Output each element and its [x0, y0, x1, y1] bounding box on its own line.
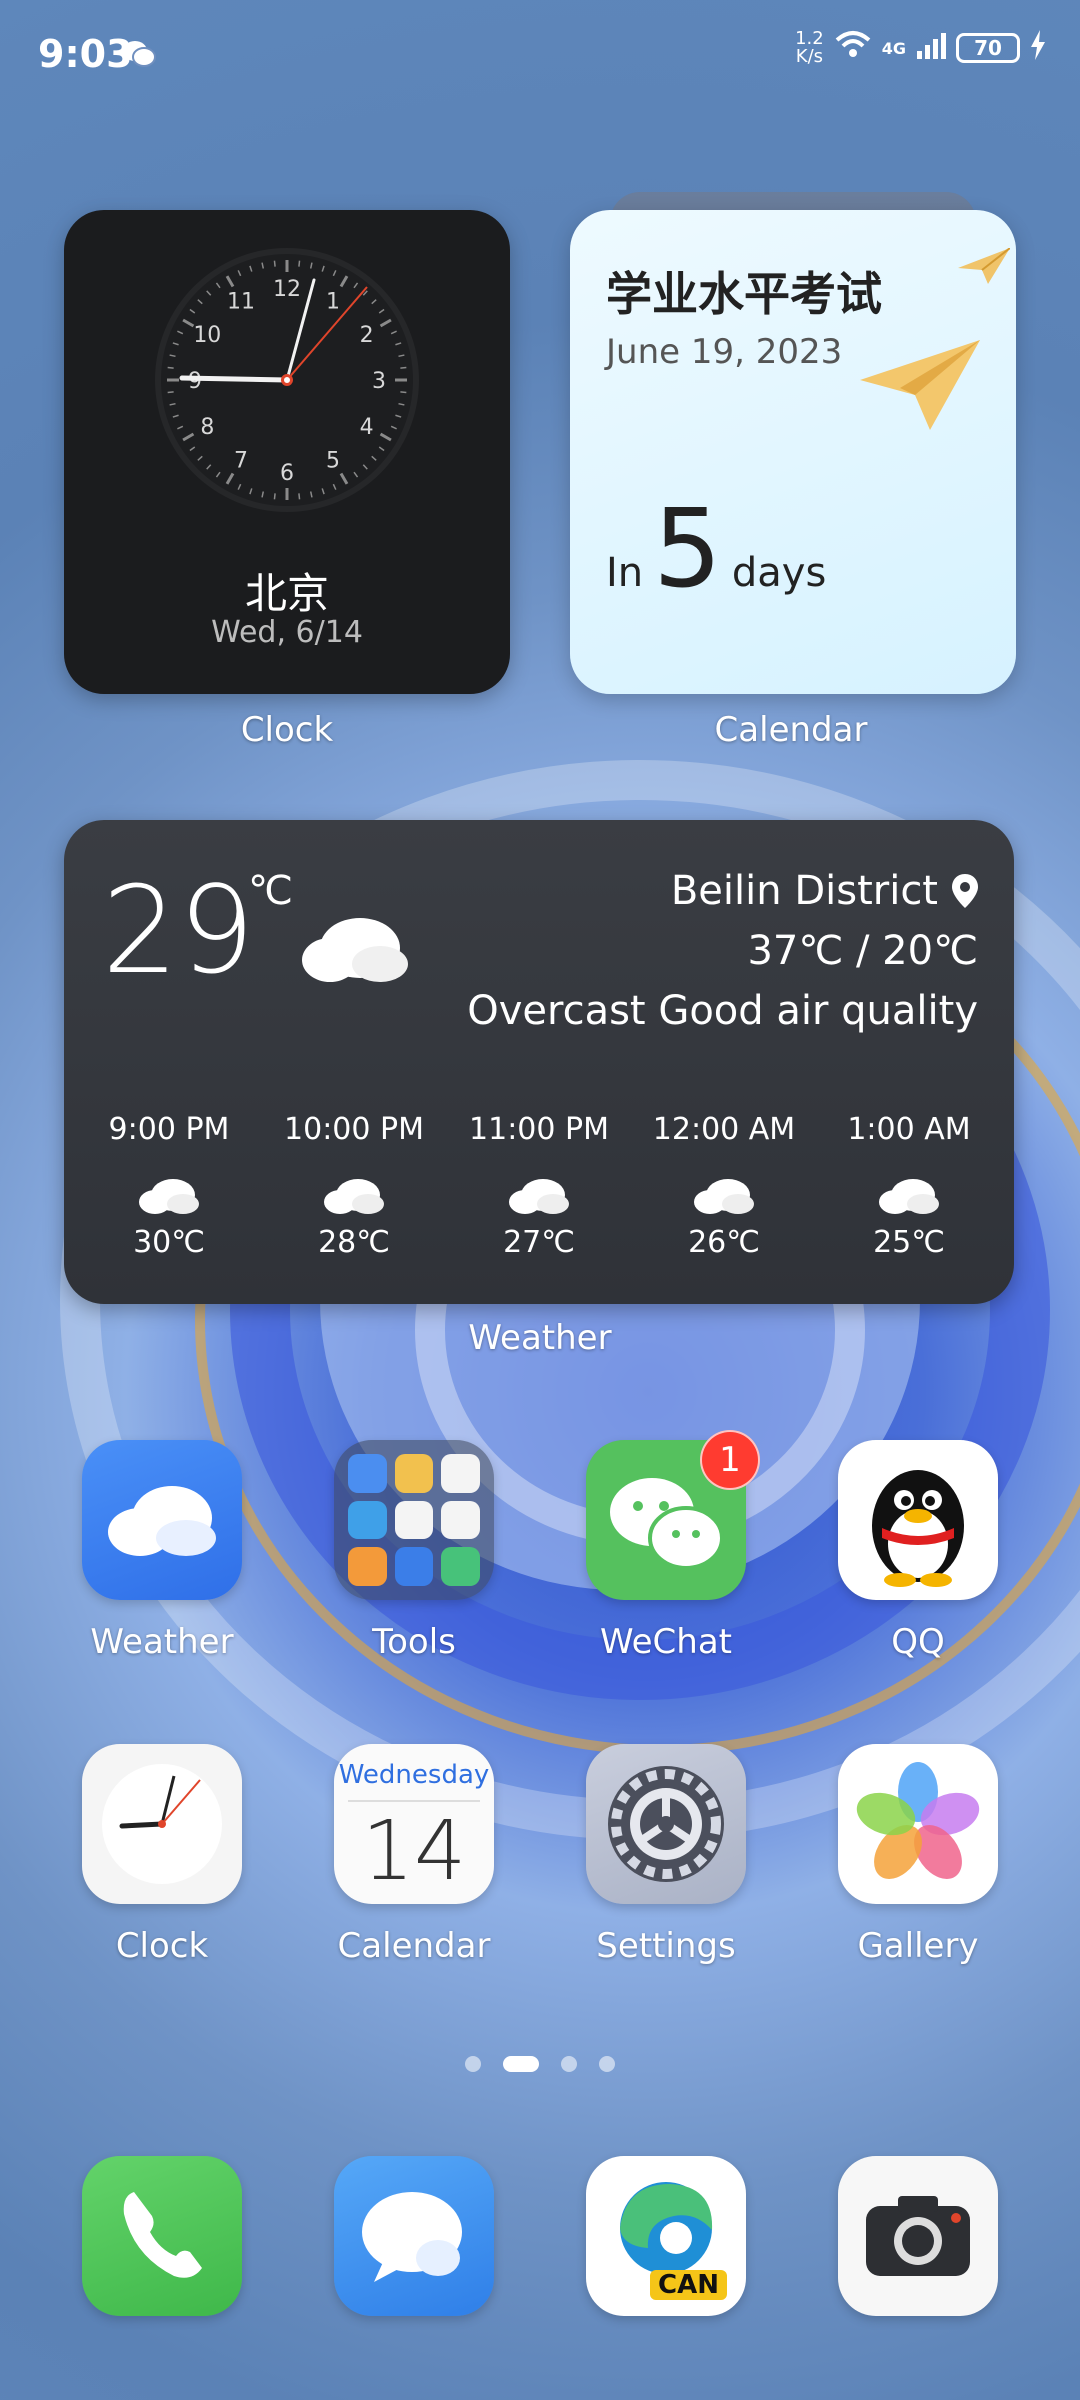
paper-plane-large-icon: [860, 340, 980, 430]
network-type: 4G: [881, 38, 906, 58]
edge-can-badge: CAN: [650, 2270, 727, 2300]
cloud-icon: [302, 918, 408, 982]
clock-numeral: 6: [280, 461, 294, 486]
hourly-forecast: 9:00 PM 30℃ 10:00 PM 28℃ 11:00 PM 27℃ 12…: [84, 1112, 994, 1260]
edge-browser-icon: CAN: [586, 2156, 746, 2316]
tools-folder-icon: [334, 1440, 494, 1600]
weather-condition: Overcast Good air quality: [467, 988, 978, 1034]
dock-camera[interactable]: [818, 2156, 1018, 2316]
calendar-widget-label: Calendar: [714, 710, 868, 750]
dock-edge-browser[interactable]: CAN: [566, 2156, 766, 2316]
network-speed: 1.2 K/s: [795, 28, 824, 67]
paper-plane-icon: [958, 248, 1010, 284]
weather-app-icon: [82, 1440, 242, 1600]
gallery-flower-icon: [838, 1744, 998, 1904]
hourly-item: 1:00 AM 25℃: [847, 1112, 971, 1260]
app-clock[interactable]: Clock: [62, 1744, 262, 1966]
app-calendar[interactable]: Wednesday 14 Calendar: [314, 1744, 514, 1966]
hourly-item: 10:00 PM 28℃: [284, 1112, 424, 1260]
clock-date: Wed, 6/14: [211, 615, 363, 650]
page-indicator[interactable]: [0, 2056, 1080, 2072]
location-pin-icon: [952, 874, 978, 908]
status-bar: 9:03 1.2 K/s 4G 70: [0, 0, 1080, 110]
weather-widget[interactable]: 29 ℃ Beilin District 37℃ / 20℃ Overcast …: [64, 820, 1014, 1304]
analog-clock-face: 12 12 3 45 6 78 9 1011: [155, 248, 419, 512]
page-dot[interactable]: [465, 2056, 481, 2072]
page-dot-active[interactable]: [503, 2056, 539, 2072]
app-settings[interactable]: Settings: [566, 1744, 766, 1966]
signal-icon: [916, 31, 946, 65]
clock-numeral: 2: [360, 323, 374, 348]
clock-tick: [167, 366, 174, 369]
clock-tick: [273, 260, 276, 267]
days-countdown: In 5 days: [606, 487, 827, 612]
qq-penguin-icon: [838, 1440, 998, 1600]
wechat-badge: 1: [700, 1430, 760, 1490]
clock-tick: [273, 493, 276, 500]
clock-numeral: 8: [200, 415, 214, 440]
clock-numeral: 5: [326, 449, 340, 474]
clock-numeral: 3: [372, 369, 386, 394]
temp-range: 37℃ / 20℃: [747, 928, 978, 974]
clock-tick: [400, 366, 407, 369]
cloud-icon: [694, 1179, 754, 1214]
app-folder-tools[interactable]: Tools: [314, 1440, 514, 1662]
wechat-notification-icon: [122, 40, 156, 72]
clock-numeral: 7: [234, 449, 248, 474]
temp-unit: ℃: [248, 868, 293, 914]
clock-numeral: 12: [273, 277, 301, 302]
app-weather[interactable]: Weather: [62, 1440, 262, 1662]
dock-messages[interactable]: [314, 2156, 514, 2316]
weather-widget-label: Weather: [468, 1318, 612, 1358]
dock-phone[interactable]: [62, 2156, 262, 2316]
current-temp: 29: [102, 862, 255, 1001]
event-title: 学业水平考试: [606, 267, 882, 321]
app-qq[interactable]: QQ: [818, 1440, 1018, 1662]
cloud-icon: [139, 1179, 199, 1214]
battery-icon: 70: [956, 33, 1020, 63]
clock-app-icon: [82, 1744, 242, 1904]
hourly-item: 11:00 PM 27℃: [469, 1112, 609, 1260]
clock-city: 北京: [244, 569, 329, 618]
clock-tick: [400, 391, 407, 394]
clock-numeral: 4: [360, 415, 374, 440]
page-dot[interactable]: [561, 2056, 577, 2072]
message-bubble-icon: [334, 2156, 494, 2316]
cloud-icon: [879, 1179, 939, 1214]
weather-location: Beilin District: [671, 868, 978, 914]
wifi-icon: [834, 30, 872, 66]
calendar-app-icon: Wednesday 14: [334, 1744, 494, 1904]
app-wechat[interactable]: 1 WeChat: [566, 1430, 766, 1662]
app-gallery[interactable]: Gallery: [818, 1744, 1018, 1966]
clock-numeral: 10: [193, 323, 221, 348]
clock-numeral: 11: [227, 289, 255, 314]
clock-widget-label: Clock: [240, 710, 334, 750]
clock-widget[interactable]: 12 1 2 3 4 5 6 7 8 9 10 11 北京 Wed, 6/14: [64, 210, 510, 694]
clock-tick: [167, 391, 174, 394]
clock-numeral: 1: [326, 289, 340, 314]
calendar-countdown-widget[interactable]: 学业水平考试 June 19, 2023 In 5 days: [570, 210, 1016, 694]
status-time: 9:03: [38, 32, 133, 76]
clock-tick: [298, 260, 301, 267]
clock-numeral: 9: [188, 369, 202, 394]
event-date: June 19, 2023: [606, 332, 843, 372]
charging-icon: [1030, 30, 1046, 66]
hourly-item: 12:00 AM 26℃: [652, 1112, 796, 1260]
page-dot[interactable]: [599, 2056, 615, 2072]
camera-icon: [838, 2156, 998, 2316]
cloud-icon: [324, 1179, 384, 1214]
hourly-item: 9:00 PM 30℃: [108, 1112, 230, 1260]
gear-icon: [586, 1744, 746, 1904]
cloud-icon: [509, 1179, 569, 1214]
clock-tick: [298, 493, 301, 500]
phone-icon: [82, 2156, 242, 2316]
